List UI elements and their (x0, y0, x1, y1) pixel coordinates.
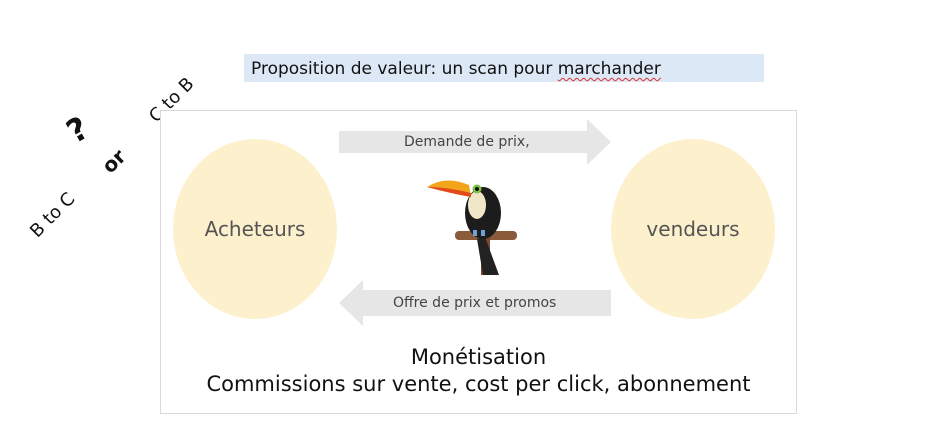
sellers-node: vendeurs (611, 139, 775, 319)
offer-arrow-label: Offre de prix et promos (393, 295, 557, 311)
b-to-c-label: B to C (26, 188, 80, 242)
monetisation-title: Monétisation (410, 345, 547, 369)
page-title: Proposition de valeur: un scan pour marc… (251, 59, 661, 79)
buyers-label: Acheteurs (204, 217, 306, 241)
sellers-label: vendeurs (646, 217, 740, 241)
title-text: Proposition de valeur: un scan pour (251, 59, 558, 79)
buyers-node: Acheteurs (173, 139, 337, 319)
title-bar: Proposition de valeur: un scan pour marc… (244, 54, 764, 82)
toucan-logo (427, 180, 517, 275)
or-label: or (97, 144, 131, 178)
monetisation-details: Commissions sur vente, cost per click, a… (206, 372, 751, 396)
request-arrow-label: Demande de prix, (404, 134, 530, 150)
spellcheck-flagged-word[interactable]: marchander (558, 59, 661, 79)
question-mark: ? (60, 108, 96, 151)
diagram-frame: Acheteurs vendeurs Demande de prix, Offr… (160, 110, 797, 414)
